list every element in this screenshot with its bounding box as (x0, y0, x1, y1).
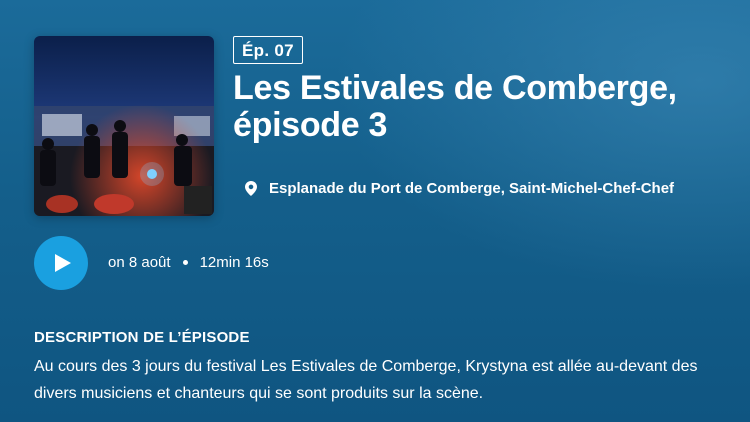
location-label: Esplanade du Port de Comberge, Saint-Mic… (269, 180, 675, 197)
episode-number-badge: Ép. 07 (233, 36, 303, 64)
description-heading: DESCRIPTION DE L’ÉPISODE (34, 329, 250, 346)
map-pin-icon (245, 181, 257, 196)
play-button[interactable] (34, 236, 88, 290)
episode-location: Esplanade du Port de Comberge, Saint-Mic… (245, 180, 674, 197)
episode-date: on 8 août (108, 254, 171, 271)
play-icon (52, 254, 71, 272)
description-text: Au cours des 3 jours du festival Les Est… (34, 358, 698, 402)
separator-dot (182, 260, 188, 265)
episode-duration: 12min 16s (199, 254, 269, 271)
episode-meta: on 8 août 12min 16s (108, 254, 269, 271)
episode-title: Les Estivales de Comberge, épisode 3 (233, 69, 677, 144)
episode-cover-image (34, 36, 214, 216)
